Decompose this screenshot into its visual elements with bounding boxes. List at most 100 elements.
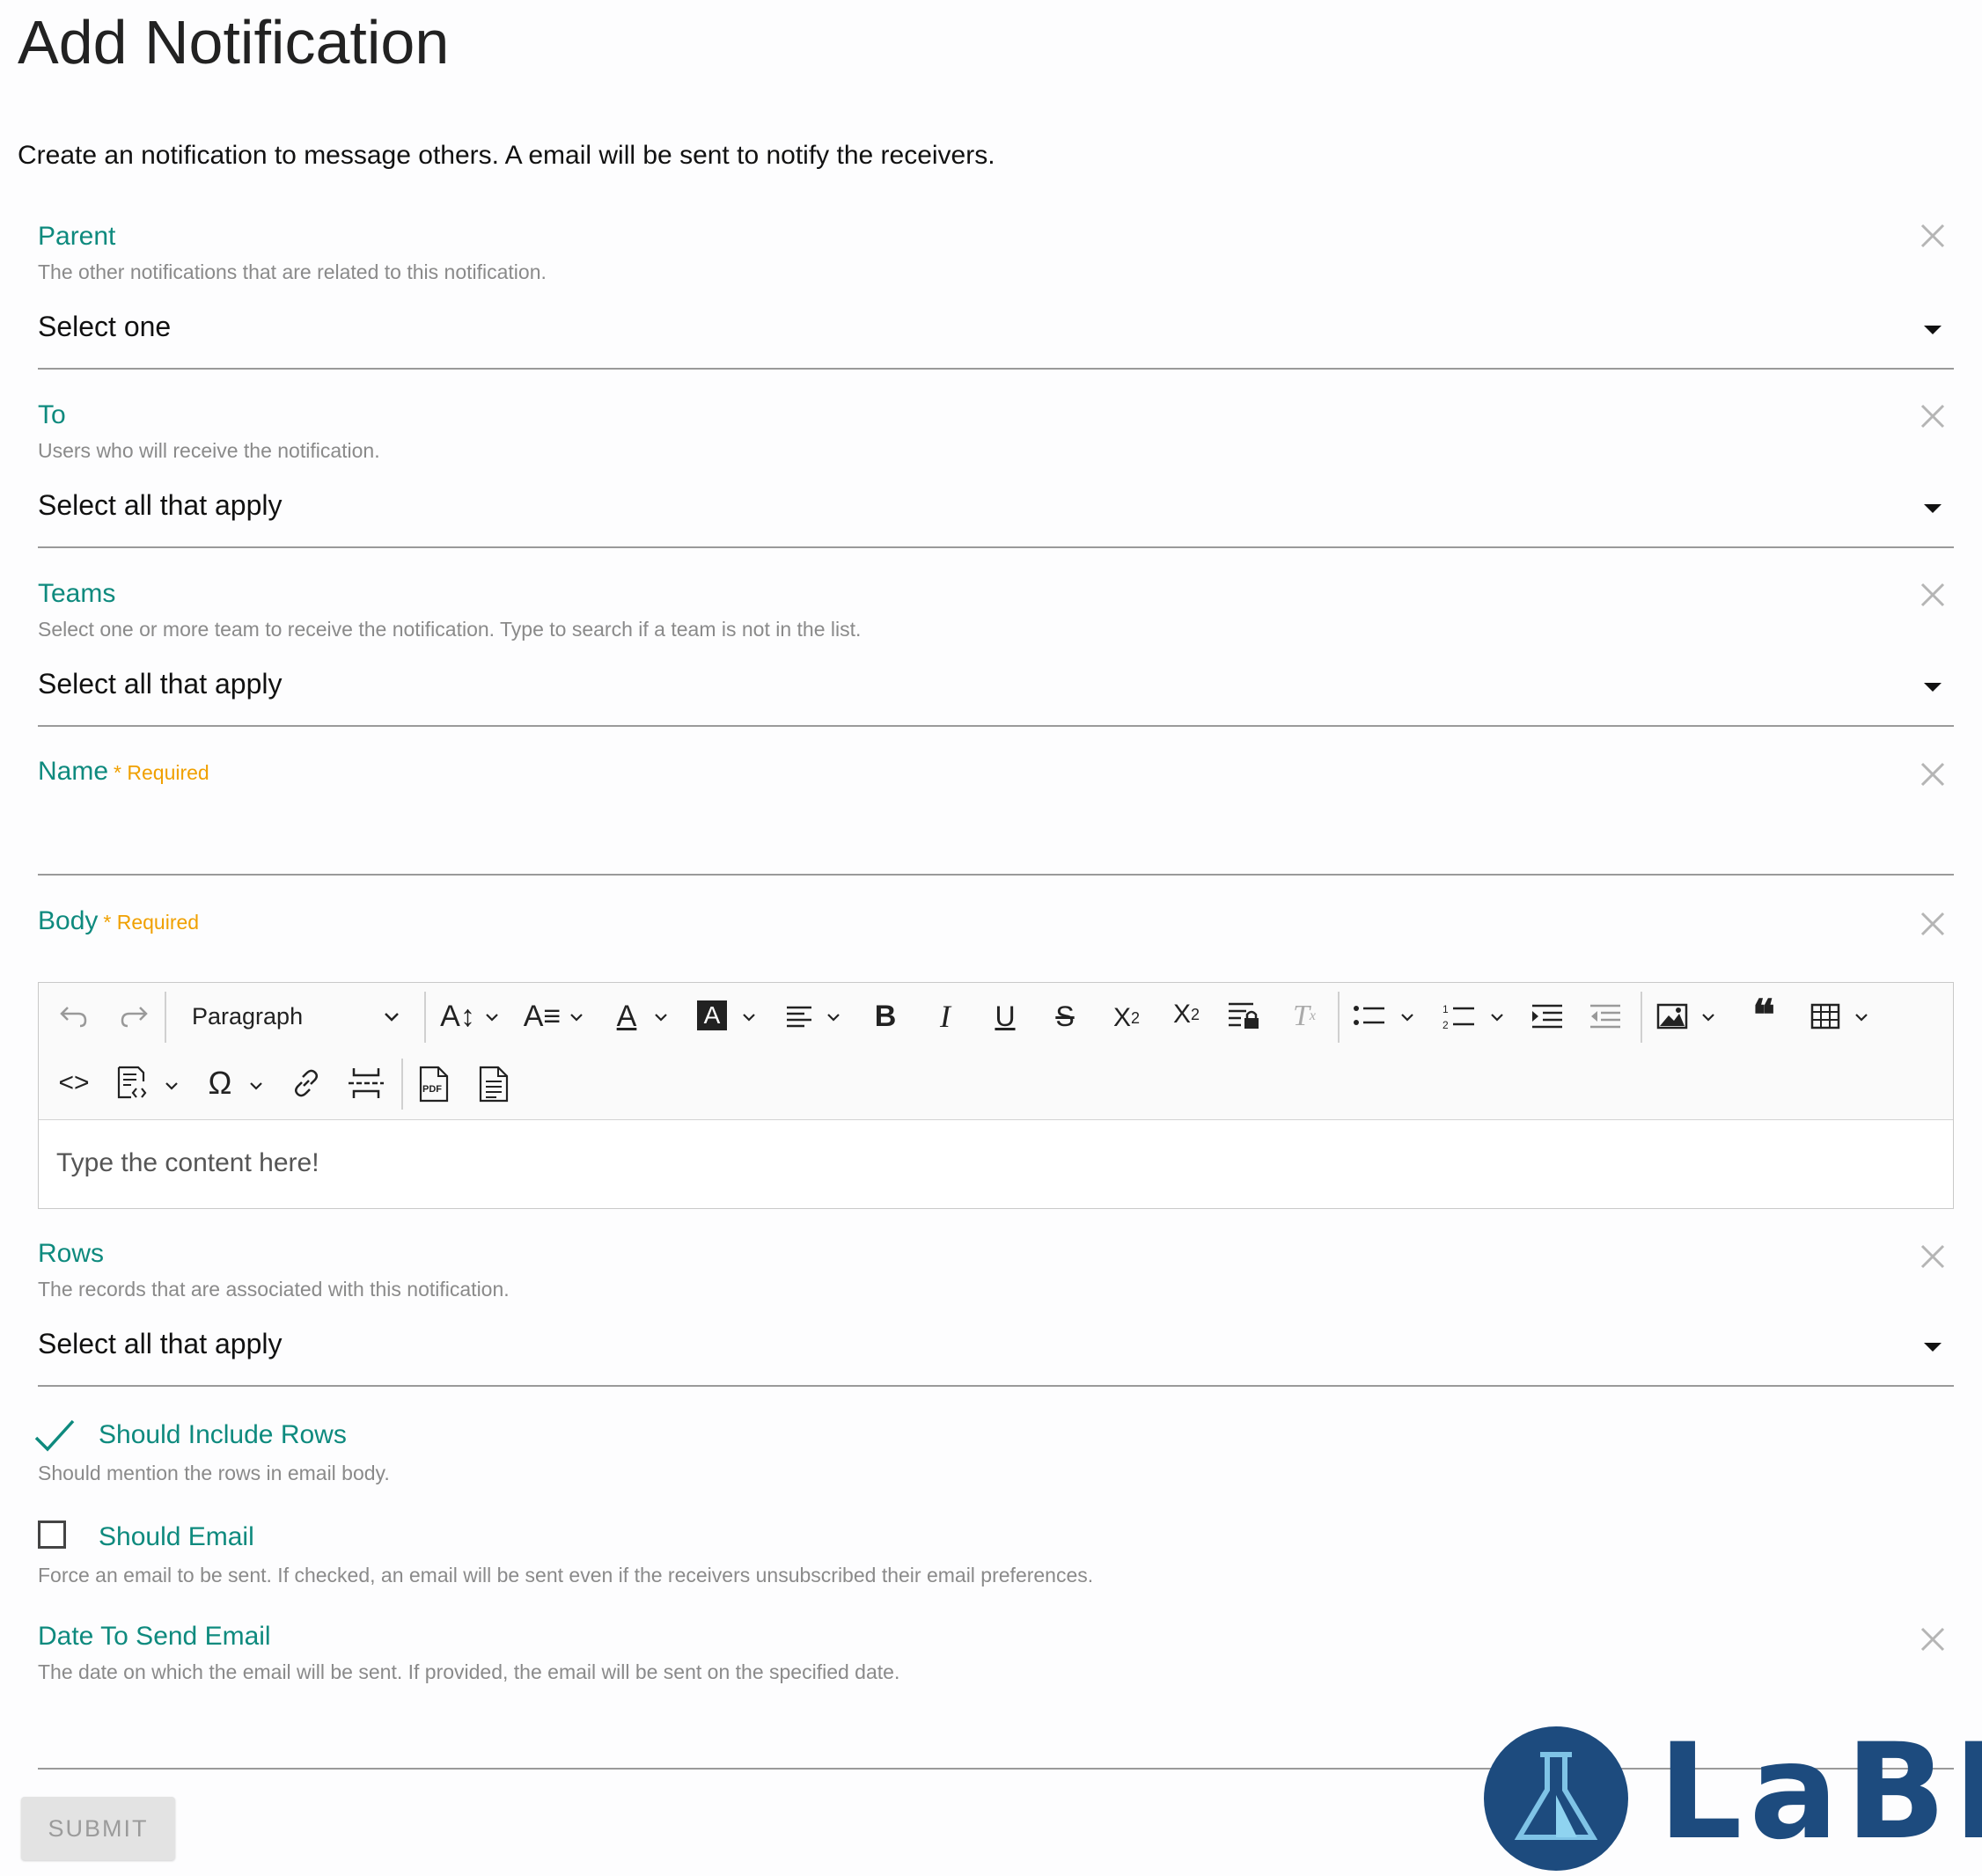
teams-select[interactable]: Select all that apply	[38, 668, 283, 700]
strikethrough-icon[interactable]: S	[1049, 999, 1081, 1034]
svg-text:1: 1	[1442, 1003, 1449, 1015]
indent-icon[interactable]	[1530, 1000, 1565, 1032]
body-clear-icon[interactable]	[1919, 910, 1954, 945]
html-embed-icon[interactable]	[113, 1066, 151, 1101]
insert-table-icon[interactable]	[1808, 1000, 1843, 1032]
name-input[interactable]	[38, 810, 1886, 862]
should-include-rows-description: Should mention the rows in email body.	[38, 1462, 390, 1484]
date-to-send-label: Date To Send Email	[38, 1622, 271, 1651]
teams-label: Teams	[38, 579, 116, 608]
font-size-icon[interactable]: A↕	[437, 999, 479, 1034]
outdent-icon[interactable]	[1588, 1000, 1623, 1032]
chevron-down-icon[interactable]	[1924, 504, 1942, 513]
numbered-list-icon[interactable]: 12	[1442, 1000, 1477, 1032]
checkmark-icon	[34, 1419, 75, 1452]
body-label-text: Body	[38, 906, 99, 935]
to-clear-icon[interactable]	[1919, 402, 1954, 437]
rows-select[interactable]: Select all that apply	[38, 1328, 283, 1360]
svg-text:2: 2	[1442, 1019, 1449, 1030]
underline-icon[interactable]: U	[989, 999, 1021, 1034]
redo-icon[interactable]	[114, 1000, 153, 1032]
submit-button[interactable]: SUBMIT	[21, 1797, 175, 1860]
chevron-down-icon[interactable]	[1924, 1343, 1942, 1352]
chevron-down-icon[interactable]	[651, 1006, 671, 1029]
chevron-down-icon[interactable]	[824, 1006, 843, 1029]
superscript-icon[interactable]: X2	[1167, 997, 1206, 1032]
name-label: Name * Required	[38, 757, 209, 787]
body-label: Body * Required	[38, 906, 199, 936]
chevron-down-icon[interactable]	[739, 1006, 759, 1029]
should-include-rows-label[interactable]: Should Include Rows	[99, 1420, 347, 1450]
teams-underline	[38, 725, 1954, 727]
special-characters-icon[interactable]: Ω	[202, 1067, 238, 1099]
should-include-rows-checkbox[interactable]	[33, 1418, 77, 1454]
rows-field: Rows The records that are associated wit…	[38, 1239, 1954, 1389]
align-icon[interactable]	[783, 1000, 815, 1032]
undo-icon[interactable]	[55, 1000, 93, 1032]
font-color-icon[interactable]: A	[609, 997, 644, 1036]
chevron-down-icon[interactable]	[162, 1074, 181, 1097]
bulleted-list-icon[interactable]	[1352, 1000, 1387, 1032]
chevron-down-icon[interactable]	[1924, 326, 1942, 334]
to-underline	[38, 546, 1954, 548]
rows-clear-icon[interactable]	[1919, 1242, 1954, 1278]
logo-text: LaBII	[1658, 1716, 1982, 1869]
flask-logo-icon	[1484, 1726, 1628, 1871]
teams-description: Select one or more team to receive the n…	[38, 618, 862, 641]
to-field: To Users who will receive the notificati…	[38, 400, 1954, 550]
page-title: Add Notification	[18, 8, 450, 77]
chevron-down-icon[interactable]	[1924, 683, 1942, 692]
rows-description: The records that are associated with thi…	[38, 1278, 510, 1301]
page-break-icon[interactable]	[347, 1066, 385, 1101]
insert-image-icon[interactable]	[1655, 1000, 1690, 1032]
chevron-down-icon[interactable]	[1852, 1006, 1871, 1029]
font-family-icon[interactable]: A≡	[523, 999, 562, 1034]
parent-field: Parent The other notifications that are …	[38, 222, 1954, 371]
svg-text:PDF: PDF	[422, 1084, 442, 1095]
restricted-editing-icon[interactable]	[1225, 999, 1264, 1034]
subscript-icon[interactable]: X2	[1107, 1000, 1146, 1036]
italic-icon[interactable]: I	[929, 999, 961, 1034]
source-code-icon[interactable]: <>	[55, 1067, 93, 1099]
font-background-color-icon[interactable]: A	[697, 1000, 727, 1030]
link-icon[interactable]	[289, 1067, 324, 1099]
to-description: Users who will receive the notification.	[38, 439, 380, 462]
should-email-checkbox[interactable]	[38, 1521, 66, 1549]
remove-format-icon[interactable]: Tx	[1287, 999, 1322, 1034]
to-select[interactable]: Select all that apply	[38, 489, 283, 522]
teams-clear-icon[interactable]	[1919, 581, 1954, 616]
name-underline	[38, 874, 1954, 876]
block-quote-icon[interactable]: ❝	[1746, 995, 1781, 1037]
chevron-down-icon[interactable]	[567, 1006, 586, 1029]
date-to-send-description: The date on which the email will be sent…	[38, 1660, 900, 1683]
date-clear-icon[interactable]	[1919, 1625, 1954, 1660]
teams-field: Teams Select one or more team to receive…	[38, 579, 1954, 729]
toolbar-separator	[1338, 992, 1340, 1043]
name-field[interactable]: Name * Required	[38, 757, 1954, 876]
name-label-text: Name	[38, 757, 109, 786]
editor-content-area[interactable]: Type the content here!	[56, 1148, 319, 1178]
toolbar-separator	[1641, 992, 1642, 1043]
chevron-down-icon[interactable]	[1487, 1006, 1507, 1029]
bold-icon[interactable]: B	[870, 999, 901, 1034]
chevron-down-icon[interactable]	[1398, 1006, 1417, 1029]
labii-logo: LaBII	[1482, 1725, 1982, 1872]
toolbar-separator	[424, 992, 426, 1043]
parent-select[interactable]: Select one	[38, 311, 171, 343]
document-icon[interactable]	[475, 1066, 510, 1103]
should-email-label[interactable]: Should Email	[99, 1522, 254, 1552]
chevron-down-icon[interactable]	[380, 1004, 403, 1030]
rows-underline	[38, 1385, 1954, 1387]
rows-label: Rows	[38, 1239, 105, 1268]
parent-underline	[38, 368, 1954, 370]
name-clear-icon[interactable]	[1919, 760, 1954, 795]
toolbar-separator	[401, 1059, 403, 1110]
export-pdf-icon[interactable]: PDF	[415, 1066, 451, 1103]
chevron-down-icon[interactable]	[482, 1006, 502, 1029]
rich-text-editor: Paragraph A↕ A≡ A A B I U S X2 X2 Tx 1 2…	[38, 982, 1954, 1209]
paragraph-select-label: Paragraph	[192, 1002, 304, 1030]
required-indicator: * Required	[103, 911, 200, 934]
chevron-down-icon[interactable]	[246, 1074, 266, 1097]
chevron-down-icon[interactable]	[1699, 1006, 1718, 1029]
parent-clear-icon[interactable]	[1919, 222, 1954, 257]
